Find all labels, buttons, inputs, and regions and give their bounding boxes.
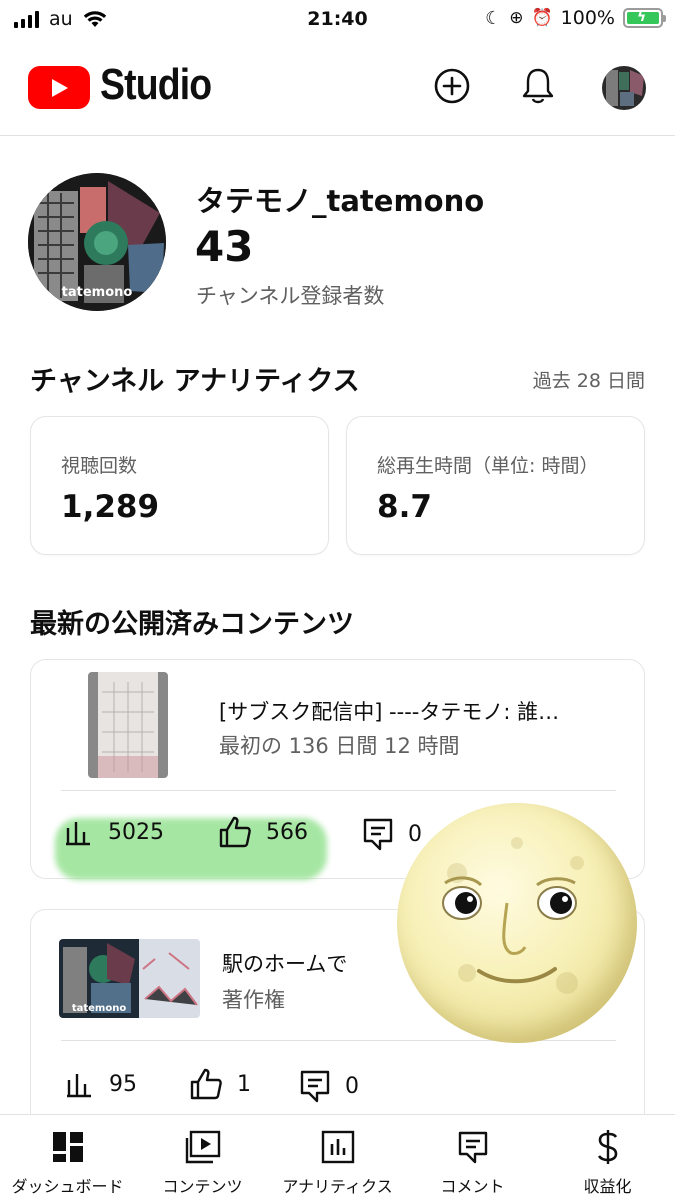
video-thumbnail[interactable]: tatemono — [59, 939, 200, 1018]
nav-analytics[interactable]: アナリティクス — [270, 1127, 405, 1197]
battery-icon: ϟ — [623, 8, 666, 28]
video-thumbnail[interactable] — [88, 672, 168, 778]
comments-count: 0 — [345, 1073, 359, 1099]
analytics-icon — [321, 1130, 354, 1164]
likes-count: 1 — [237, 1071, 251, 1097]
subscriber-label: チャンネル登録者数 — [196, 284, 385, 308]
youtube-logo-icon[interactable] — [28, 66, 90, 109]
moon-face-sticker — [397, 803, 637, 1043]
views-count: 95 — [109, 1071, 137, 1097]
views-count: 5025 — [108, 819, 164, 845]
nav-dashboard[interactable]: ダッシュボード — [0, 1127, 135, 1197]
metric-label: 視聴回数 — [61, 455, 138, 477]
dollar-icon — [597, 1130, 617, 1164]
nav-label: 収益化 — [583, 1177, 632, 1196]
latest-content-title: 最新の公開済みコンテンツ — [30, 609, 354, 640]
thumbs-up-icon — [190, 1068, 222, 1100]
nav-label: コメント — [440, 1177, 505, 1196]
rotation-lock-icon: ⊕ — [509, 8, 524, 28]
nav-comments[interactable]: コメント — [405, 1127, 540, 1197]
account-avatar[interactable] — [602, 66, 646, 110]
thumbs-up-icon — [219, 816, 251, 848]
comment-icon — [458, 1131, 487, 1164]
channel-avatar[interactable]: tatemono — [28, 173, 166, 311]
views-stat: 5025 — [64, 818, 164, 846]
bottom-navigation: ダッシュボード コンテンツ アナリティクス コメント 収益化 — [0, 1114, 675, 1200]
bar-chart-icon — [67, 1074, 91, 1098]
video-subtitle: 著作権 — [222, 988, 285, 1012]
analytics-period: 過去 28 日間 — [532, 370, 645, 392]
likes-count: 566 — [266, 819, 308, 845]
plus-circle-icon — [434, 68, 470, 104]
nav-label: ダッシュボード — [11, 1177, 124, 1196]
divider — [61, 790, 616, 791]
video-subtitle: 最初の 136 日間 12 時間 — [219, 734, 460, 758]
status-bar: au 21:40 ☾ ⊕ ⏰ 100% ϟ — [0, 0, 675, 40]
subscriber-count: 43 — [195, 222, 254, 271]
watch-time-card[interactable]: 総再生時間（単位: 時間） 8.7 — [346, 416, 645, 555]
nav-content[interactable]: コンテンツ — [135, 1127, 270, 1197]
channel-avatar-text: tatemono — [61, 285, 133, 300]
video-title: 駅のホームで — [222, 952, 348, 976]
metric-value: 8.7 — [377, 489, 432, 525]
content-icon — [185, 1130, 220, 1164]
thumbnail-text: tatemono — [71, 1003, 127, 1014]
channel-name: タテモノ_tatemono — [196, 184, 485, 218]
battery-percent: 100% — [560, 7, 615, 29]
bell-icon — [522, 68, 554, 104]
dashboard-icon — [52, 1132, 83, 1162]
analytics-title: チャンネル アナリティクス — [30, 366, 360, 397]
views-card[interactable]: 視聴回数 1,289 — [30, 416, 329, 555]
comment-icon — [363, 818, 393, 851]
moon-mode-icon: ☾ — [485, 7, 502, 29]
alarm-icon: ⏰ — [531, 8, 553, 28]
notifications-button[interactable] — [516, 64, 560, 108]
brand-title: Studio — [100, 60, 212, 109]
views-stat: 95 — [65, 1070, 137, 1098]
nav-label: アナリティクス — [282, 1177, 393, 1196]
video-title: [サブスク配信中] ----タテモノ: 誰… — [219, 700, 560, 724]
nav-label: コンテンツ — [162, 1177, 243, 1196]
metric-value: 1,289 — [61, 489, 160, 525]
app-header: Studio — [0, 40, 675, 136]
likes-stat: 566 — [218, 815, 308, 849]
bar-chart-icon — [66, 822, 90, 846]
metric-label: 総再生時間（単位: 時間） — [377, 455, 599, 477]
likes-stat: 1 — [189, 1067, 251, 1101]
create-button[interactable] — [430, 64, 474, 108]
nav-monetization[interactable]: 収益化 — [540, 1127, 675, 1197]
comments-stat: 0 — [299, 1069, 359, 1103]
comment-icon — [300, 1070, 330, 1103]
